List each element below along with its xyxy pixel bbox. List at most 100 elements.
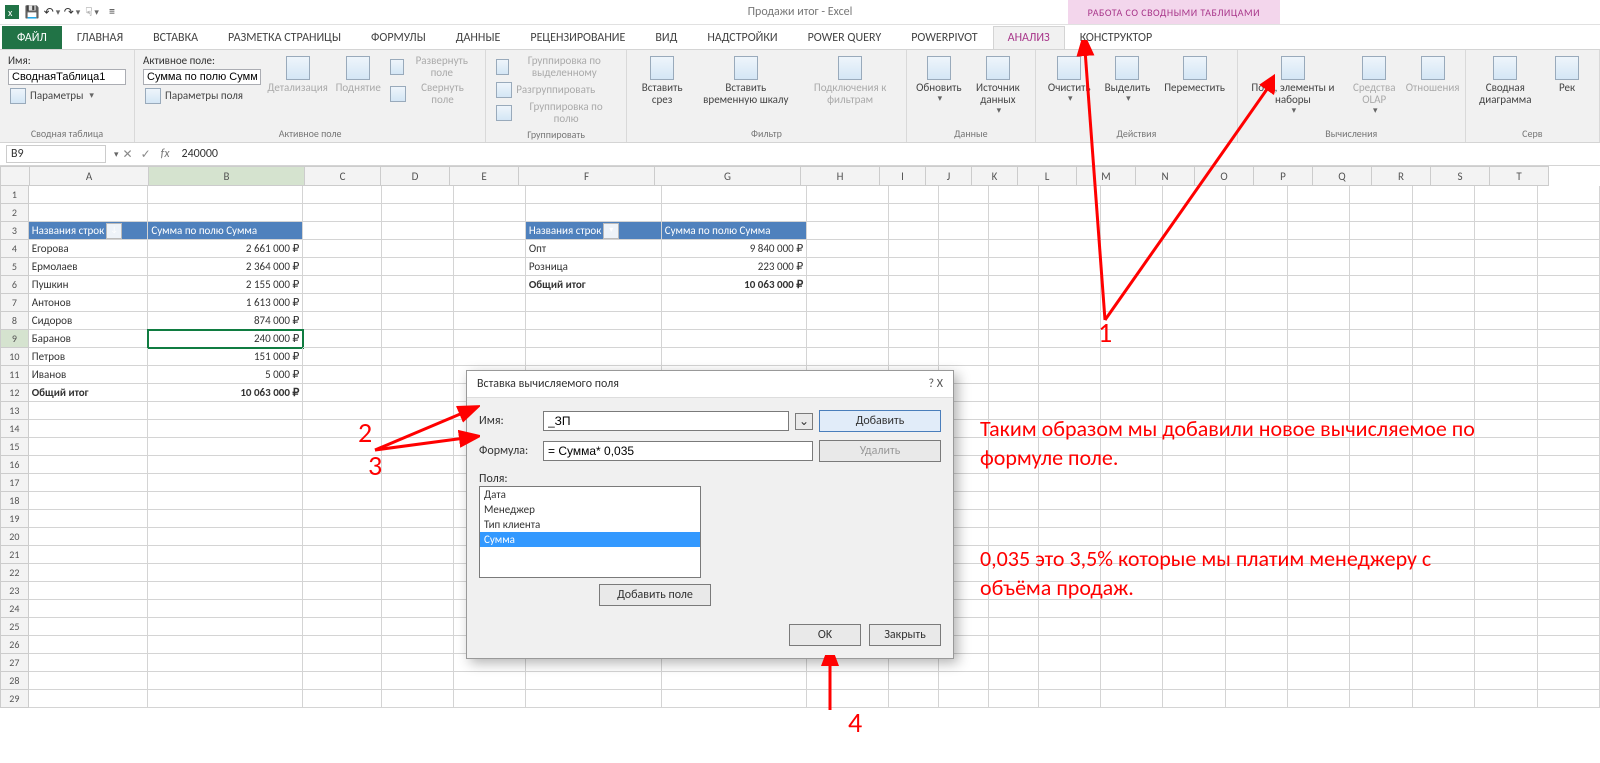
cell-Q26[interactable] <box>1350 636 1412 654</box>
cell-A12[interactable]: Общий итог <box>29 384 149 402</box>
cell-P18[interactable] <box>1288 492 1350 510</box>
cell-M21[interactable] <box>1101 546 1163 564</box>
cell-H2[interactable] <box>807 204 888 222</box>
cell-E28[interactable] <box>454 672 526 690</box>
cell-F9[interactable] <box>526 330 662 348</box>
cell-D17[interactable] <box>382 474 454 492</box>
cell-B17[interactable] <box>148 474 303 492</box>
cell-B21[interactable] <box>148 546 303 564</box>
cell-T14[interactable] <box>1538 420 1600 438</box>
cell-H29[interactable] <box>807 690 888 708</box>
cell-T27[interactable] <box>1538 654 1600 672</box>
cell-K5[interactable] <box>989 258 1039 276</box>
cell-P23[interactable] <box>1288 582 1350 600</box>
cell-Q10[interactable] <box>1350 348 1412 366</box>
cell-A13[interactable] <box>29 402 149 420</box>
cell-G8[interactable] <box>662 312 807 330</box>
cell-S28[interactable] <box>1475 672 1537 690</box>
cell-A18[interactable] <box>29 492 149 510</box>
tab-надстройки[interactable]: НАДСТРОЙКИ <box>692 26 792 49</box>
cell-D18[interactable] <box>382 492 454 510</box>
col-header-R[interactable]: R <box>1372 166 1431 186</box>
col-header-B[interactable]: B <box>149 166 305 186</box>
cell-L12[interactable] <box>1039 384 1101 402</box>
cell-A26[interactable] <box>29 636 149 654</box>
cell-N6[interactable] <box>1163 276 1225 294</box>
cell-Q18[interactable] <box>1350 492 1412 510</box>
cell-S9[interactable] <box>1475 330 1537 348</box>
row-header-10[interactable]: 10 <box>0 348 29 366</box>
cell-B23[interactable] <box>148 582 303 600</box>
fx-icon[interactable]: fx <box>155 147 176 161</box>
cell-A24[interactable] <box>29 600 149 618</box>
cell-T26[interactable] <box>1538 636 1600 654</box>
cell-L24[interactable] <box>1039 600 1101 618</box>
cell-C13[interactable] <box>303 402 382 420</box>
cell-O28[interactable] <box>1226 672 1288 690</box>
cell-R26[interactable] <box>1413 636 1475 654</box>
cell-K14[interactable] <box>989 420 1039 438</box>
cell-L3[interactable] <box>1039 222 1101 240</box>
cell-I9[interactable] <box>889 330 939 348</box>
cell-R19[interactable] <box>1413 510 1475 528</box>
cell-S8[interactable] <box>1475 312 1537 330</box>
cell-T24[interactable] <box>1538 600 1600 618</box>
row-header-2[interactable]: 2 <box>0 204 29 222</box>
cell-P20[interactable] <box>1288 528 1350 546</box>
cell-J28[interactable] <box>939 672 989 690</box>
col-header-D[interactable]: D <box>381 166 450 186</box>
cell-N27[interactable] <box>1163 654 1225 672</box>
cell-L26[interactable] <box>1039 636 1101 654</box>
cell-B13[interactable] <box>148 402 303 420</box>
cell-P14[interactable] <box>1288 420 1350 438</box>
cell-O11[interactable] <box>1226 366 1288 384</box>
cell-C16[interactable] <box>303 456 382 474</box>
cell-Q19[interactable] <box>1350 510 1412 528</box>
cell-E2[interactable] <box>454 204 526 222</box>
cell-R9[interactable] <box>1413 330 1475 348</box>
cell-G28[interactable] <box>662 672 807 690</box>
cell-T17[interactable] <box>1538 474 1600 492</box>
cell-C15[interactable] <box>303 438 382 456</box>
cell-K20[interactable] <box>989 528 1039 546</box>
cell-L28[interactable] <box>1039 672 1101 690</box>
insert-timeline-button[interactable]: Вставить временную шкалу <box>695 54 796 108</box>
cell-M11[interactable] <box>1101 366 1163 384</box>
cell-B9[interactable]: 240 000 ₽ <box>148 330 303 348</box>
cell-Q23[interactable] <box>1350 582 1412 600</box>
col-header-C[interactable]: C <box>305 166 381 186</box>
cell-R3[interactable] <box>1413 222 1475 240</box>
cell-B25[interactable] <box>148 618 303 636</box>
cell-Q2[interactable] <box>1350 204 1412 222</box>
cell-K3[interactable] <box>989 222 1039 240</box>
row-header-8[interactable]: 8 <box>0 312 29 330</box>
cell-K28[interactable] <box>989 672 1039 690</box>
cell-B26[interactable] <box>148 636 303 654</box>
cell-Q15[interactable] <box>1350 438 1412 456</box>
cell-M22[interactable] <box>1101 564 1163 582</box>
row-header-19[interactable]: 19 <box>0 510 29 528</box>
tab-рецензирование[interactable]: РЕЦЕНЗИРОВАНИЕ <box>515 26 640 49</box>
cell-N19[interactable] <box>1163 510 1225 528</box>
cell-O25[interactable] <box>1226 618 1288 636</box>
cell-M8[interactable] <box>1101 312 1163 330</box>
cell-B18[interactable] <box>148 492 303 510</box>
tab-power query[interactable]: POWER QUERY <box>793 26 897 49</box>
cell-M24[interactable] <box>1101 600 1163 618</box>
cell-T4[interactable] <box>1538 240 1600 258</box>
cell-K15[interactable] <box>989 438 1039 456</box>
tab-разметка страницы[interactable]: РАЗМЕТКА СТРАНИЦЫ <box>213 26 356 49</box>
cell-C26[interactable] <box>303 636 382 654</box>
cell-F6[interactable]: Общий итог <box>526 276 662 294</box>
cell-T3[interactable] <box>1538 222 1600 240</box>
cell-F3[interactable]: Названия строк▾ <box>526 222 662 240</box>
cell-S6[interactable] <box>1475 276 1537 294</box>
cell-S7[interactable] <box>1475 294 1537 312</box>
col-header-O[interactable]: O <box>1195 166 1254 186</box>
field-item[interactable]: Дата <box>480 487 700 502</box>
tab-анализ[interactable]: АНАЛИЗ <box>993 26 1065 49</box>
cell-D2[interactable] <box>382 204 454 222</box>
cell-Q4[interactable] <box>1350 240 1412 258</box>
cell-M18[interactable] <box>1101 492 1163 510</box>
cell-O27[interactable] <box>1226 654 1288 672</box>
